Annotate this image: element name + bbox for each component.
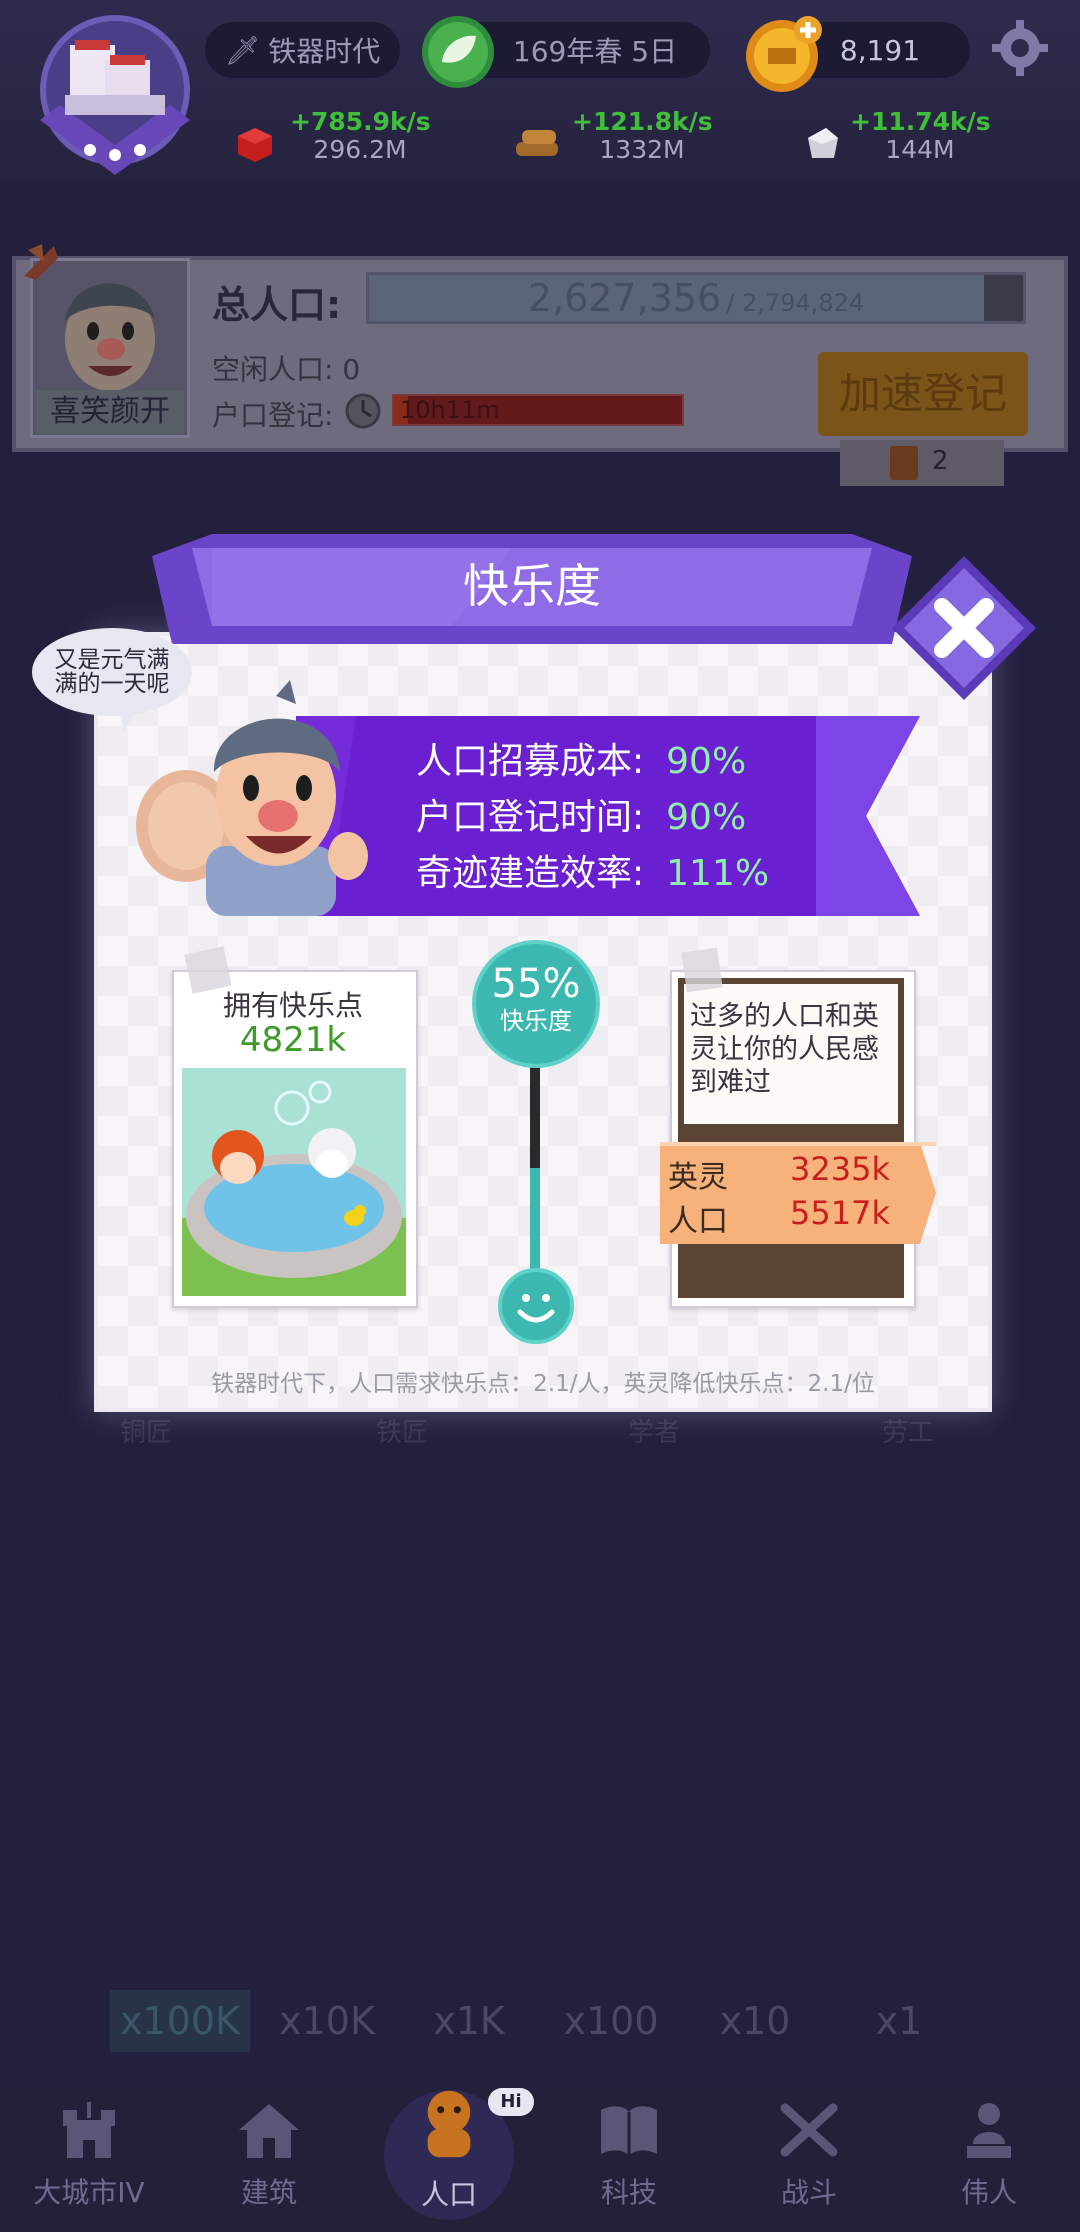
castle-icon: [63, 2102, 115, 2158]
worker-label: 劳工: [882, 1418, 935, 1448]
nav-label: 战斗: [780, 2176, 837, 2209]
stat-label: 户口登记时间:: [416, 797, 645, 838]
points-label: 拥有快乐点: [222, 989, 363, 1022]
stat-label: 奇迹建造效率:: [416, 853, 645, 894]
points-value: 4821k: [239, 1020, 347, 1060]
crossed-swords-icon: [780, 2103, 838, 2157]
hi-badge: Hi: [488, 2088, 534, 2116]
multiplier-x1[interactable]: x1: [834, 1990, 964, 2052]
population-max: / 2,794,824: [726, 289, 865, 317]
stat-row: 人口招募成本: 90% 户口登记时间: 90% 奇迹建造效率: 111%: [416, 734, 769, 902]
ribbon-flag-icon: [14, 236, 64, 286]
tape-icon: [681, 947, 723, 993]
coin-plus-icon[interactable]: [742, 10, 828, 96]
resource-amount: 1332M: [599, 135, 685, 164]
total-pop-label: 总人口:: [212, 283, 342, 327]
book-icon: [601, 2106, 657, 2156]
nav-label: 建筑: [240, 2176, 297, 2209]
book-tag: 2: [840, 440, 1004, 486]
nav-population[interactable]: 人口 Hi: [374, 2088, 534, 2220]
register-timer: 10h11m: [400, 396, 500, 424]
city-badge[interactable]: [30, 10, 200, 180]
modal-footer: 铁器时代下，人口需求快乐点：2.1/人，英灵降低快乐点：2.1/位: [211, 1371, 875, 1397]
heroes-value: 3235k: [790, 1150, 890, 1188]
nav-city[interactable]: 大城市IV: [14, 2100, 164, 2211]
book-count: 2: [932, 446, 949, 476]
nav-label: 人口: [420, 2178, 477, 2211]
date-label: 169年春 5日: [512, 35, 678, 68]
resource-stone: +11.74k/s 144M: [850, 107, 991, 164]
happiness-gauge: 55% 快乐度: [472, 940, 600, 1068]
resource-wood: +121.8k/s 1332M: [572, 107, 713, 164]
resource-amount: 144M: [885, 135, 955, 164]
resource-amount: 296.2M: [313, 135, 407, 164]
resource-rate: +785.9k/s: [290, 107, 431, 136]
nav-label: 科技: [600, 2176, 657, 2209]
close-button[interactable]: [884, 548, 1044, 708]
people-value: 5517k: [790, 1194, 890, 1232]
multiplier-x10k[interactable]: x10K: [262, 1990, 392, 2052]
coin-count: 8,191: [839, 33, 921, 67]
stone-icon: [802, 124, 842, 164]
resource-red: +785.9k/s 296.2M: [290, 107, 431, 164]
mood-label: 喜笑颜开: [36, 390, 184, 434]
worker-label: 铜匠: [120, 1418, 173, 1448]
nav-buildings[interactable]: 建筑: [194, 2100, 344, 2211]
resource-rate: +11.74k/s: [850, 107, 991, 136]
smiley-icon: [498, 1268, 574, 1344]
multiplier-x100[interactable]: x100: [546, 1990, 676, 2052]
nav-great-people[interactable]: 伟人: [914, 2100, 1064, 2211]
stat-value: 111%: [666, 853, 770, 894]
people-label: 人口: [668, 1204, 728, 1239]
nav-battle[interactable]: 战斗: [734, 2100, 884, 2211]
era-pill[interactable]: 🗡 铁器时代: [205, 22, 400, 78]
population-bar: 2,627,356 / 2,794,824: [366, 272, 1026, 324]
register-label: 户口登记:: [212, 399, 334, 432]
wood-logs-icon: [512, 124, 562, 164]
heroes-label: 英灵: [668, 1160, 728, 1195]
gear-icon[interactable]: [990, 18, 1050, 78]
red-cube-icon: [236, 126, 274, 164]
stat-value: 90%: [666, 741, 747, 782]
happiness-percent: 55%: [491, 961, 581, 1007]
sword-icon: 🗡: [224, 33, 261, 67]
clock-icon: [344, 392, 382, 430]
era-label: 铁器时代: [268, 35, 381, 68]
modal-title: 快乐度: [463, 559, 601, 613]
speedup-label: 加速登记: [838, 369, 1007, 418]
book-icon: [890, 446, 918, 480]
nav-label: 伟人: [960, 2176, 1017, 2209]
warning-text: 过多的人口和英灵让你的人民感到难过: [690, 1001, 879, 1098]
house-icon: [239, 2104, 299, 2158]
register-bar: 10h11m: [392, 394, 684, 426]
character-illustration: [126, 676, 376, 916]
multiplier-x1k[interactable]: x1K: [404, 1990, 534, 2052]
worker-label: 铁匠: [376, 1418, 429, 1448]
stat-value: 90%: [666, 797, 747, 838]
leaf-icon: [420, 14, 496, 90]
nav-tech[interactable]: 科技: [554, 2100, 704, 2211]
happiness-label: 快乐度: [500, 1007, 572, 1035]
speedup-button[interactable]: 加速登记: [818, 352, 1028, 436]
worker-label: 学者: [628, 1418, 681, 1448]
happiness-meter-track: [530, 1060, 540, 1300]
idle-pop-label: 空闲人口: 0: [212, 353, 361, 386]
person-icon: [427, 2090, 471, 2158]
multiplier-x10[interactable]: x10: [690, 1990, 820, 2052]
population-current: 2,627,356: [527, 276, 722, 320]
resource-rate: +121.8k/s: [572, 107, 713, 136]
hot-spring-illustration: [182, 1068, 406, 1296]
stat-label: 人口招募成本:: [416, 741, 645, 782]
nav-label: 大城市IV: [33, 2176, 145, 2209]
statue-icon: [967, 2103, 1011, 2158]
multiplier-x100k[interactable]: x100K: [110, 1990, 250, 2052]
close-icon: [892, 556, 1036, 700]
